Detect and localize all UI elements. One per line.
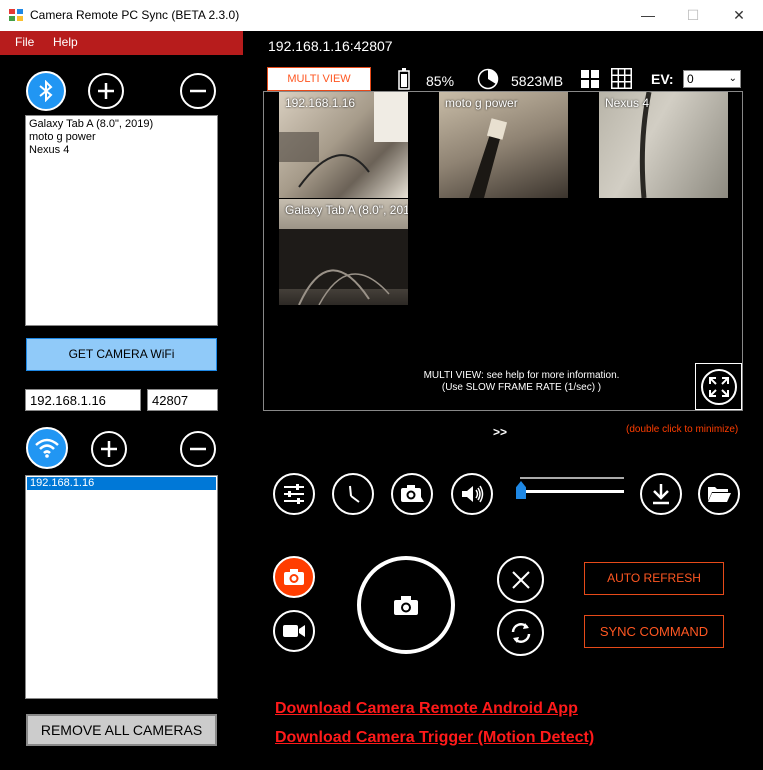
get-camera-wifi-button[interactable]: GET CAMERA WiFi [26,338,217,371]
minus-icon [190,447,206,451]
wifi-device-list[interactable]: 192.168.1.16 [25,475,218,699]
slider-thumb[interactable] [516,481,526,499]
photo-mode-button[interactable] [273,556,315,598]
camera-thumbnail[interactable]: moto g power [439,92,568,198]
app-icon [9,9,23,21]
ev-value: 0 [687,72,694,86]
thumbnail-label: moto g power [445,96,518,110]
multi-view-info-line1: MULTI VIEW: see help for more informatio… [423,370,620,381]
sound-button[interactable] [451,473,493,515]
video-camera-icon [283,625,305,637]
download-camera-trigger-link[interactable]: Download Camera Trigger (Motion Detect) [275,729,594,747]
window-title: Camera Remote PC Sync (BETA 2.3.0) [30,8,240,22]
add-bluetooth-button[interactable] [88,73,124,109]
wifi-icon [35,438,59,458]
open-folder-button[interactable] [698,473,740,515]
close-icon [511,570,530,589]
slider-scale [520,477,624,479]
connection-address: 192.168.1.16:42807 [268,38,393,54]
multi-view-button[interactable]: MULTI VIEW [267,67,371,91]
download-button[interactable] [640,473,682,515]
settings-sliders-button[interactable] [273,473,315,515]
expand-panel-arrows[interactable]: >> [493,425,507,439]
remove-bluetooth-button[interactable] [180,73,216,109]
ev-label: EV: [651,71,674,87]
plus-icon [101,441,117,457]
grid-3x3-icon[interactable] [611,68,632,89]
ip-address-input[interactable] [25,389,141,411]
bluetooth-button[interactable] [26,71,66,111]
list-item-selected[interactable]: 192.168.1.16 [27,477,216,490]
fullscreen-button[interactable] [695,363,742,410]
menu-file[interactable]: File [15,35,34,49]
speaker-icon [462,485,484,503]
chevron-down-icon: ⌄ [728,73,737,84]
download-android-app-link[interactable]: Download Camera Remote Android App [275,700,578,718]
minimize-button[interactable]: — [625,4,671,26]
thumbnail-label: 192.168.1.16 [285,96,356,110]
multi-view-info: MULTI VIEW: see help for more informatio… [263,370,763,394]
minus-icon [190,89,206,93]
camera-thumbnail[interactable]: Nexus 4 [599,92,728,198]
camera-switch-icon [401,485,424,502]
camera-icon [284,569,304,585]
clock-icon [349,485,360,503]
list-item[interactable]: moto g power [26,131,217,144]
minimize-hint: (double click to minimize) [626,424,739,435]
thumbnail-label: Galaxy Tab A (8.0", 2019) [285,203,408,217]
camera-thumbnail[interactable]: 192.168.1.16 [279,92,408,198]
sync-command-button[interactable]: SYNC COMMAND [584,615,724,648]
refresh-button[interactable] [497,609,544,656]
close-button[interactable]: ✕ [716,4,762,26]
switch-camera-button[interactable] [391,473,433,515]
download-icon [653,484,669,505]
sliders-icon [284,484,304,504]
plus-icon [98,83,114,99]
video-mode-button[interactable] [273,610,315,652]
menu-help[interactable]: Help [53,35,78,49]
list-item[interactable]: Nexus 4 [26,144,217,157]
timer-button[interactable] [332,473,374,515]
storage-icon [477,68,499,90]
add-wifi-button[interactable] [91,431,127,467]
battery-level: 85% [426,73,455,89]
slider-track [520,490,624,493]
ev-select[interactable]: 0 ⌄ [683,70,741,88]
expand-icon [700,368,737,405]
port-input[interactable] [147,389,218,411]
camera-thumbnail[interactable]: Galaxy Tab A (8.0", 2019) [279,199,408,305]
auto-refresh-button[interactable]: AUTO REFRESH [584,562,724,595]
shutter-button[interactable] [357,556,455,654]
list-item[interactable]: Galaxy Tab A (8.0", 2019) [26,118,217,131]
bluetooth-icon [39,80,53,102]
menu-bar: File Help [0,31,243,55]
cancel-button[interactable] [497,556,544,603]
battery-icon [398,68,410,90]
thumbnail-label: Nexus 4 [605,96,650,110]
zoom-slider[interactable] [514,474,630,504]
wifi-button[interactable] [26,427,68,469]
title-bar: Camera Remote PC Sync (BETA 2.3.0) — ☐ ✕ [0,0,763,31]
camera-icon [394,596,418,615]
multi-view-info-line2: (Use SLOW FRAME RATE (1/sec) ) [441,382,602,393]
grid-2x2-icon[interactable] [581,70,599,88]
bluetooth-device-list[interactable]: Galaxy Tab A (8.0", 2019) moto g power N… [25,115,218,326]
storage-free: 5823MB [511,73,564,89]
folder-icon [708,487,731,502]
maximize-button[interactable]: ☐ [670,4,716,26]
remove-wifi-button[interactable] [180,431,216,467]
remove-all-cameras-button[interactable]: REMOVE ALL CAMERAS [26,714,217,746]
refresh-icon [511,622,530,643]
